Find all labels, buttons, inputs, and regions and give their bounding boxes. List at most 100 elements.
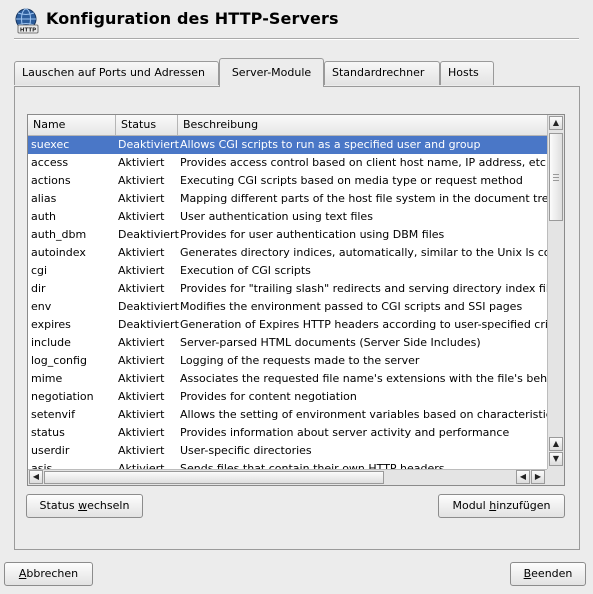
vertical-scroll-thumb[interactable] — [549, 133, 563, 221]
module-description-cell: Provides access control based on client … — [180, 156, 548, 169]
status-toggle-mnemonic: w — [78, 499, 88, 512]
horizontal-scroll-thumb[interactable] — [44, 471, 384, 484]
column-header-status[interactable]: Status — [116, 115, 178, 135]
table-row[interactable]: status Aktiviert Provides information abou… — [28, 424, 548, 442]
svg-text:HTTP: HTTP — [20, 28, 36, 34]
table-row[interactable]: auth_dbm Deaktiviert Provides for user aut… — [28, 226, 548, 244]
tab-default-host[interactable]: Standardrechner — [324, 61, 440, 85]
module-status-cell: Aktiviert — [118, 174, 165, 187]
scroll-left-icon[interactable]: ◀ — [516, 470, 530, 484]
module-name-cell: userdir — [31, 444, 70, 457]
table-row[interactable]: alias Aktiviert Mapping different parts of… — [28, 190, 548, 208]
module-status-cell: Aktiviert — [118, 390, 165, 403]
module-description-cell: Server-parsed HTML documents (Server Sid… — [180, 336, 481, 349]
module-name-cell: access — [31, 156, 69, 169]
table-row[interactable]: userdir Aktiviert User-specific directorie… — [28, 442, 548, 460]
table-row[interactable]: access Aktiviert Provides access control b… — [28, 154, 548, 172]
module-name-cell: auth — [31, 210, 56, 223]
module-description-cell: Provides for content negotiation — [180, 390, 357, 403]
module-description-cell: Allows the setting of environment variab… — [180, 408, 548, 421]
table-row[interactable]: cgi Aktiviert Execution of CGI scripts — [28, 262, 548, 280]
window-title: Konfiguration des HTTP-Servers — [46, 9, 339, 28]
module-description-cell: User authentication using text files — [180, 210, 373, 223]
modules-table: Name Status Beschreibung suexec Deaktivie… — [27, 114, 565, 486]
module-name-cell: include — [31, 336, 71, 349]
tab-hosts[interactable]: Hosts — [440, 61, 494, 85]
module-status-cell: Aktiviert — [118, 354, 165, 367]
module-name-cell: setenvif — [31, 408, 75, 421]
table-header: Name Status Beschreibung — [28, 115, 548, 136]
table-row[interactable]: auth Aktiviert User authentication using t… — [28, 208, 548, 226]
tab-label: Lauschen auf Ports und Adressen — [22, 66, 205, 79]
module-name-cell: suexec — [31, 138, 70, 151]
scroll-down-icon[interactable]: ▼ — [549, 452, 563, 466]
scroll-right-icon[interactable]: ▶ — [531, 470, 545, 484]
column-header-name[interactable]: Name — [28, 115, 116, 135]
module-status-cell: Aktiviert — [118, 336, 165, 349]
add-module-label-pre: Modul — [452, 499, 490, 512]
table-row[interactable]: mime Aktiviert Associates the requested fi… — [28, 370, 548, 388]
module-name-cell: alias — [31, 192, 57, 205]
module-status-cell: Aktiviert — [118, 264, 165, 277]
table-row[interactable]: dir Aktiviert Provides for "trailing slash… — [28, 280, 548, 298]
table-row[interactable]: log_config Aktiviert Logging of the reques… — [28, 352, 548, 370]
scroll-up-icon[interactable]: ▲ — [549, 437, 563, 451]
add-module-button[interactable]: Modul hinzufügen — [438, 494, 565, 518]
status-toggle-label-post: echseln — [87, 499, 130, 512]
column-header-description[interactable]: Beschreibung — [178, 115, 558, 135]
module-description-cell: Generation of Expires HTTP headers accor… — [180, 318, 548, 331]
module-description-cell: Modifies the environment passed to CGI s… — [180, 300, 523, 313]
module-description-cell: Logging of the requests made to the serv… — [180, 354, 420, 367]
module-status-cell: Aktiviert — [118, 444, 165, 457]
tab-ports-addresses[interactable]: Lauschen auf Ports und Adressen — [14, 61, 219, 85]
title-separator — [14, 38, 579, 40]
module-status-cell: Aktiviert — [118, 426, 165, 439]
status-toggle-label-pre: Status — [39, 499, 79, 512]
cancel-label-post: bbrechen — [26, 567, 79, 580]
module-status-cell: Aktiviert — [118, 408, 165, 421]
tab-label: Hosts — [448, 66, 479, 79]
module-name-cell: expires — [31, 318, 71, 331]
table-row[interactable]: negotiation Aktiviert Provides for content… — [28, 388, 548, 406]
finish-label-post: eenden — [531, 567, 573, 580]
tab-label: Standardrechner — [332, 66, 425, 79]
module-name-cell: log_config — [31, 354, 87, 367]
module-name-cell: negotiation — [31, 390, 94, 403]
module-status-cell: Aktiviert — [118, 156, 165, 169]
module-status-cell: Deaktiviert — [118, 138, 179, 151]
module-description-cell: Mapping different parts of the host file… — [180, 192, 548, 205]
add-module-label-post: inzufügen — [496, 499, 551, 512]
horizontal-scrollbar[interactable]: ◀ ◀ ▶ — [28, 469, 548, 485]
module-description-cell: Provides for user authentication using D… — [180, 228, 445, 241]
cancel-button[interactable]: Abbrechen — [4, 562, 93, 586]
module-name-cell: actions — [31, 174, 71, 187]
status-toggle-button[interactable]: Status wechseln — [26, 494, 143, 518]
module-description-cell: Executing CGI scripts based on media typ… — [180, 174, 523, 187]
module-status-cell: Deaktiviert — [118, 228, 179, 241]
table-row[interactable]: expires Deaktiviert Generation of Expires … — [28, 316, 548, 334]
table-row[interactable]: autoindex Aktiviert Generates directory in… — [28, 244, 548, 262]
module-status-cell: Aktiviert — [118, 372, 165, 385]
module-name-cell: auth_dbm — [31, 228, 87, 241]
module-name-cell: env — [31, 300, 52, 313]
table-row[interactable]: setenvif Aktiviert Allows the setting of e… — [28, 406, 548, 424]
table-row[interactable]: suexec Deaktiviert Allows CGI scripts to r… — [28, 136, 548, 154]
table-body: suexec Deaktiviert Allows CGI scripts to r… — [28, 136, 548, 470]
module-status-cell: Aktiviert — [118, 210, 165, 223]
tab-server-modules[interactable]: Server-Module — [219, 58, 324, 87]
vertical-scrollbar[interactable]: ▲ ▲ ▼ — [547, 115, 564, 469]
module-name-cell: status — [31, 426, 65, 439]
module-description-cell: Provides information about server activi… — [180, 426, 510, 439]
module-name-cell: mime — [31, 372, 63, 385]
module-status-cell: Deaktiviert — [118, 300, 179, 313]
table-row[interactable]: actions Aktiviert Executing CGI scripts ba… — [28, 172, 548, 190]
module-description-cell: User-specific directories — [180, 444, 312, 457]
module-status-cell: Aktiviert — [118, 192, 165, 205]
scroll-up-icon[interactable]: ▲ — [549, 116, 563, 130]
table-row[interactable]: env Deaktiviert Modifies the environment p… — [28, 298, 548, 316]
module-description-cell: Provides for "trailing slash" redirects … — [180, 282, 548, 295]
finish-button[interactable]: Beenden — [510, 562, 586, 586]
scroll-left-icon[interactable]: ◀ — [29, 470, 43, 484]
table-row[interactable]: include Aktiviert Server-parsed HTML docum… — [28, 334, 548, 352]
module-status-cell: Deaktiviert — [118, 318, 179, 331]
